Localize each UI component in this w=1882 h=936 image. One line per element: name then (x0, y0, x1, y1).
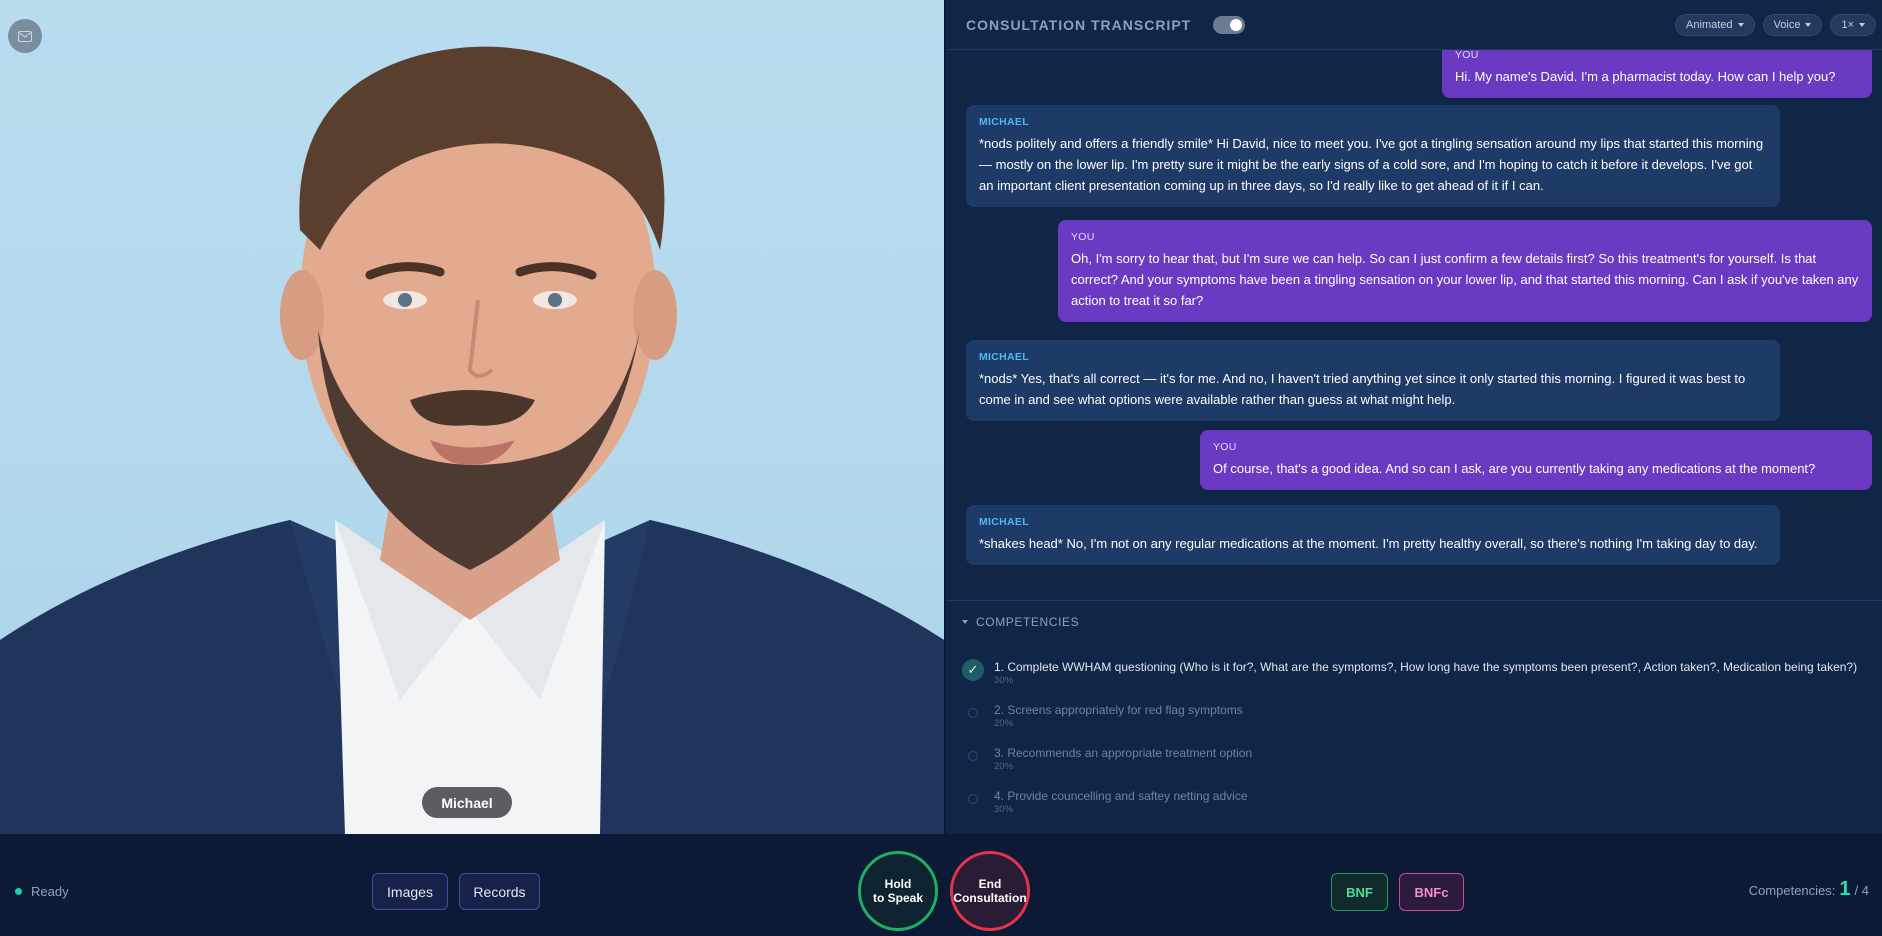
chevron-down-icon (962, 620, 968, 624)
circle-icon (968, 751, 978, 761)
bottom-bar (0, 834, 1882, 936)
transcript-header: CONSULTATION TRANSCRIPT Animated Voice 1… (946, 0, 1882, 50)
images-button[interactable]: Images (372, 873, 448, 910)
competencies-counter: Competencies: 1 / 4 (1749, 878, 1869, 901)
message-michael: MICHAEL *shakes head* No, I'm not on any… (966, 505, 1780, 565)
message-list[interactable]: YOU Hi. My name's David. I'm a pharmacis… (946, 50, 1882, 600)
chevron-down-icon (1859, 23, 1865, 27)
competency-item: 2. Screens appropriately for red flag sy… (962, 702, 1243, 730)
video-pane: Michael (0, 0, 944, 834)
status-text: Ready (31, 884, 69, 899)
patient-portrait (0, 46, 944, 834)
bnf-button[interactable]: BNF (1331, 873, 1388, 911)
patient-name-tag: Michael (422, 787, 512, 818)
message-speaker: YOU (1213, 441, 1237, 453)
end-consultation-button[interactable]: End Consultation (950, 851, 1030, 931)
status-indicator: Ready (15, 884, 69, 899)
competency-item: 4. Provide councelling and saftey nettin… (962, 788, 1248, 816)
chevron-down-icon (1737, 23, 1744, 27)
message-text: Oh, I'm sorry to hear that, but I'm sure… (1071, 251, 1859, 308)
message-text: *shakes head* No, I'm not on any regular… (979, 536, 1758, 551)
toggle-knob (1230, 18, 1243, 31)
message-speaker: MICHAEL (979, 351, 1029, 363)
message-speaker: YOU (1455, 50, 1479, 61)
hold-to-speak-button[interactable]: Hold to Speak (858, 851, 938, 931)
competencies-title: COMPETENCIES (976, 615, 1080, 629)
competency-item: ✓ 1. Complete WWHAM questioning (Who is … (962, 659, 1857, 687)
mail-button[interactable] (8, 19, 42, 53)
message-you: YOU Of course, that's a good idea. And s… (1200, 430, 1872, 490)
message-text: *nods* Yes, that's all correct — it's fo… (979, 371, 1746, 407)
transcript-toggle[interactable] (1213, 15, 1246, 34)
circle-icon (968, 708, 978, 718)
transcript-pane: CONSULTATION TRANSCRIPT Animated Voice 1… (944, 0, 1882, 834)
circle-icon (968, 794, 978, 804)
transcript-title: CONSULTATION TRANSCRIPT (966, 16, 1192, 33)
check-icon: ✓ (962, 659, 984, 681)
voice-select-label: Voice (1773, 19, 1801, 31)
message-speaker: YOU (1071, 231, 1095, 243)
status-dot-icon (15, 888, 22, 895)
chevron-down-icon (1805, 23, 1812, 27)
competency-label: 4. Provide councelling and saftey nettin… (994, 789, 1248, 803)
message-text: Of course, that's a good idea. And so ca… (1213, 461, 1816, 476)
competency-label: 1. Complete WWHAM questioning (Who is it… (994, 660, 1858, 674)
competency-weight: 30% (994, 804, 1014, 815)
message-speaker: MICHAEL (979, 116, 1029, 128)
competencies-done-count: 1 (1839, 878, 1851, 900)
bnfc-button[interactable]: BNFc (1399, 873, 1464, 911)
records-button[interactable]: Records (459, 873, 540, 910)
competency-weight: 20% (994, 718, 1014, 729)
message-text: Hi. My name's David. I'm a pharmacist to… (1455, 69, 1836, 84)
competencies-total: / 4 (1854, 883, 1869, 898)
message-text: *nods politely and offers a friendly smi… (979, 136, 1764, 193)
animation-select[interactable]: Animated (1675, 14, 1755, 36)
animation-select-label: Animated (1686, 19, 1733, 31)
message-michael: MICHAEL *nods* Yes, that's all correct —… (966, 340, 1780, 421)
speed-select[interactable]: 1× (1830, 14, 1876, 36)
competencies-counter-label: Competencies: (1748, 883, 1836, 898)
message-speaker: MICHAEL (979, 516, 1029, 528)
header-controls: Animated Voice 1× (1675, 14, 1876, 36)
mail-icon (18, 30, 32, 42)
message-you: YOU Hi. My name's David. I'm a pharmacis… (1442, 50, 1872, 98)
voice-select[interactable]: Voice (1762, 14, 1823, 36)
message-you: YOU Oh, I'm sorry to hear that, but I'm … (1058, 220, 1872, 322)
competencies-panel: COMPETENCIES ✓ 1. Complete WWHAM questio… (946, 600, 1882, 834)
competency-item: 3. Recommends an appropriate treatment o… (962, 745, 1252, 773)
competency-weight: 20% (994, 761, 1014, 772)
competency-label: 3. Recommends an appropriate treatment o… (994, 746, 1253, 760)
competencies-toggle[interactable]: COMPETENCIES (962, 615, 1079, 629)
competency-label: 2. Screens appropriately for red flag sy… (994, 703, 1243, 717)
competency-weight: 30% (994, 675, 1014, 686)
speed-select-label: 1× (1841, 19, 1854, 31)
message-michael: MICHAEL *nods politely and offers a frie… (966, 105, 1780, 207)
